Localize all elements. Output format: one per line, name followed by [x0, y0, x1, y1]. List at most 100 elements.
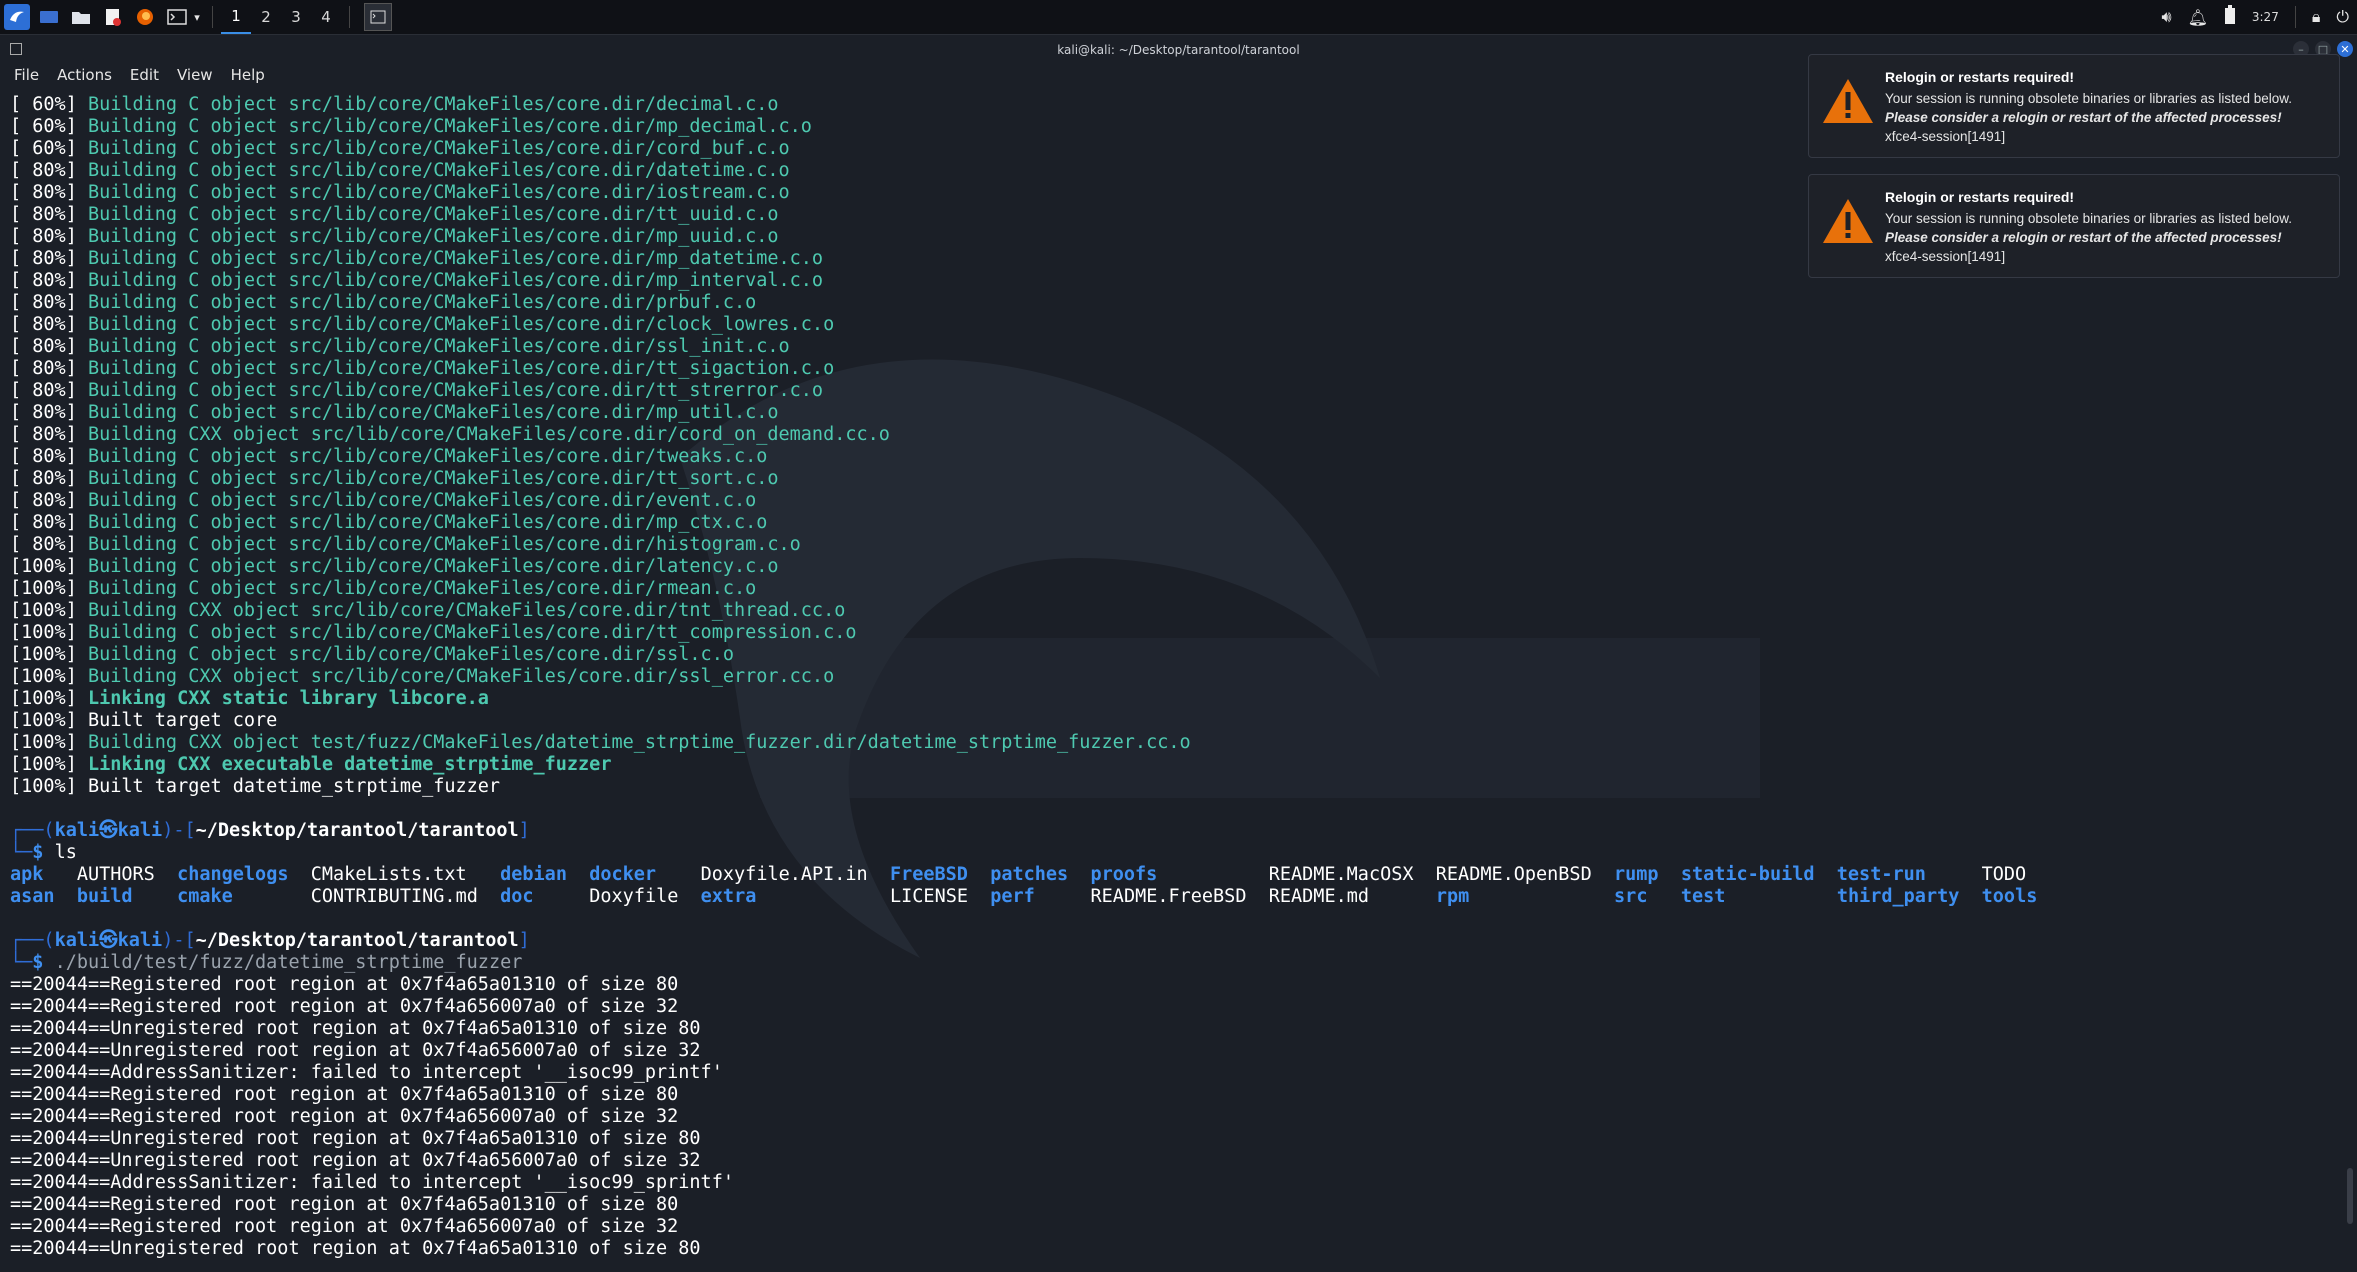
- notification-bell-icon[interactable]: 🔔︎: [2188, 8, 2208, 27]
- panel-separator: [349, 6, 350, 28]
- asan-message: ==20044==Unregistered root region at 0x7…: [10, 1040, 701, 1061]
- ls-directory: doc: [500, 886, 534, 907]
- build-percent: [100%]: [10, 644, 88, 665]
- ls-file: CMakeLists.txt: [310, 864, 467, 885]
- build-percent: [ 80%]: [10, 248, 88, 269]
- build-message: Building C object src/lib/core/CMakeFile…: [87, 534, 801, 555]
- asan-log-line: ==20044==AddressSanitizer: failed to int…: [10, 1062, 2337, 1084]
- menu-file[interactable]: File: [14, 66, 39, 84]
- volume-icon[interactable]: 🔊︎: [2161, 7, 2171, 27]
- asan-message: ==20044==Registered root region at 0x7f4…: [10, 996, 679, 1017]
- prompt-bracket: ]: [518, 930, 530, 951]
- prompt-bracket: ┌──(: [10, 930, 55, 951]
- lock-icon[interactable]: 🔒︎: [2312, 7, 2321, 27]
- build-percent: [ 80%]: [10, 182, 88, 203]
- kali-menu-icon[interactable]: [4, 4, 30, 30]
- firefox-icon[interactable]: [132, 4, 158, 30]
- workspace-1[interactable]: 1: [221, 0, 251, 34]
- build-line: [ 60%] Building C object src/lib/core/CM…: [10, 116, 2337, 138]
- build-line: [ 80%] Building C object src/lib/core/CM…: [10, 402, 2337, 424]
- asan-message: ==20044==Registered root region at 0x7f4…: [10, 1194, 679, 1215]
- build-message: Built target datetime_strptime_fuzzer: [87, 776, 501, 797]
- asan-log-line: ==20044==Registered root region at 0x7f4…: [10, 1106, 2337, 1128]
- build-line: [ 80%] Building C object src/lib/core/CM…: [10, 270, 2337, 292]
- panel-separator: [2294, 6, 2296, 28]
- ls-directory: rump: [1614, 864, 1659, 885]
- scrollbar[interactable]: [2347, 1168, 2353, 1224]
- asan-message: ==20044==Registered root region at 0x7f4…: [10, 1216, 679, 1237]
- menu-actions[interactable]: Actions: [57, 66, 112, 84]
- build-message: Building C object src/lib/core/CMakeFile…: [87, 336, 790, 357]
- build-message: Building C object src/lib/core/CMakeFile…: [87, 578, 757, 599]
- build-message: Building C object src/lib/core/CMakeFile…: [87, 116, 812, 137]
- desktop-icon[interactable]: [36, 4, 62, 30]
- window-menu-icon[interactable]: [10, 43, 22, 55]
- build-line: [ 80%] Building C object src/lib/core/CM…: [10, 314, 2337, 336]
- build-message: Linking CXX static library libcore.a: [87, 688, 489, 709]
- build-line: [ 80%] Building C object src/lib/core/CM…: [10, 336, 2337, 358]
- build-message: Linking CXX executable datetime_strptime…: [87, 754, 612, 775]
- menu-help[interactable]: Help: [231, 66, 265, 84]
- asan-log-line: ==20044==Registered root region at 0x7f4…: [10, 1084, 2337, 1106]
- command-text: ls: [54, 842, 77, 863]
- close-icon[interactable]: ✕: [2337, 41, 2353, 57]
- menu-view[interactable]: View: [177, 66, 213, 84]
- build-line: [100%] Linking CXX executable datetime_s…: [10, 754, 2337, 776]
- terminal-output[interactable]: [ 60%] Building C object src/lib/core/CM…: [10, 94, 2337, 1260]
- asan-log-line: ==20044==Registered root region at 0x7f4…: [10, 974, 2337, 996]
- ls-file: README.md: [1268, 886, 1369, 907]
- asan-log-line: ==20044==Unregistered root region at 0x7…: [10, 1150, 2337, 1172]
- file-manager-icon[interactable]: [68, 4, 94, 30]
- build-percent: [100%]: [10, 666, 88, 687]
- terminal-task-icon[interactable]: [364, 3, 392, 31]
- asan-log-line: ==20044==Unregistered root region at 0x7…: [10, 1018, 2337, 1040]
- build-line: [ 80%] Building C object src/lib/core/CM…: [10, 226, 2337, 248]
- build-message: Building C object src/lib/core/CMakeFile…: [87, 182, 790, 203]
- text-editor-icon[interactable]: [100, 4, 126, 30]
- terminal-launcher-icon[interactable]: [164, 4, 190, 30]
- build-message: Building C object src/lib/core/CMakeFile…: [87, 204, 779, 225]
- build-line: [ 80%] Building C object src/lib/core/CM…: [10, 358, 2337, 380]
- prompt-dollar: $: [32, 842, 55, 863]
- ls-directory: FreeBSD: [889, 864, 968, 885]
- build-line: [100%] Building C object src/lib/core/CM…: [10, 644, 2337, 666]
- build-percent: [ 80%]: [10, 402, 88, 423]
- build-percent: [ 60%]: [10, 138, 88, 159]
- ls-directory: extra: [700, 886, 757, 907]
- build-percent: [ 80%]: [10, 424, 88, 445]
- workspace-2[interactable]: 2: [251, 0, 281, 34]
- command-line: └─$ ./build/test/fuzz/datetime_strptime_…: [10, 952, 2337, 974]
- build-percent: [ 80%]: [10, 534, 88, 555]
- clock[interactable]: 3:27: [2252, 10, 2279, 24]
- ls-directory: test-run: [1836, 864, 1926, 885]
- workspace-4[interactable]: 4: [311, 0, 341, 34]
- ls-file: Doxyfile.API.in: [700, 864, 868, 885]
- build-message: Building C object src/lib/core/CMakeFile…: [87, 248, 824, 269]
- build-percent: [ 80%]: [10, 204, 88, 225]
- asan-message: ==20044==AddressSanitizer: failed to int…: [10, 1172, 734, 1193]
- prompt-host: kali: [117, 820, 163, 841]
- build-percent: [ 80%]: [10, 160, 88, 181]
- build-line: [ 80%] Building C object src/lib/core/CM…: [10, 292, 2337, 314]
- build-percent: [ 80%]: [10, 468, 88, 489]
- build-percent: [ 80%]: [10, 490, 88, 511]
- build-message: Building C object src/lib/core/CMakeFile…: [87, 160, 790, 181]
- build-percent: [100%]: [10, 578, 88, 599]
- build-line: [ 80%] Building C object src/lib/core/CM…: [10, 182, 2337, 204]
- menu-edit[interactable]: Edit: [130, 66, 159, 84]
- build-line: [100%] Building C object src/lib/core/CM…: [10, 622, 2337, 644]
- battery-icon[interactable]: [2224, 5, 2236, 29]
- terminal-window: kali@kali: ~/Desktop/tarantool/tarantool…: [0, 38, 2357, 1272]
- chevron-down-icon[interactable]: ▾: [190, 4, 204, 30]
- prompt-user: kali: [54, 820, 100, 841]
- prompt-at: ㉿: [99, 820, 118, 841]
- ls-directory: test: [1680, 886, 1726, 907]
- prompt-bracket: ┌──(: [10, 820, 55, 841]
- power-icon[interactable]: ⏻: [2336, 7, 2349, 27]
- workspace-3[interactable]: 3: [281, 0, 311, 34]
- build-message: Building C object src/lib/core/CMakeFile…: [87, 138, 790, 159]
- ls-row: asan build cmake CONTRIBUTING.md doc Dox…: [10, 886, 2337, 908]
- ls-directory: third_party: [1836, 886, 1960, 907]
- ls-directory: rpm: [1435, 886, 1470, 907]
